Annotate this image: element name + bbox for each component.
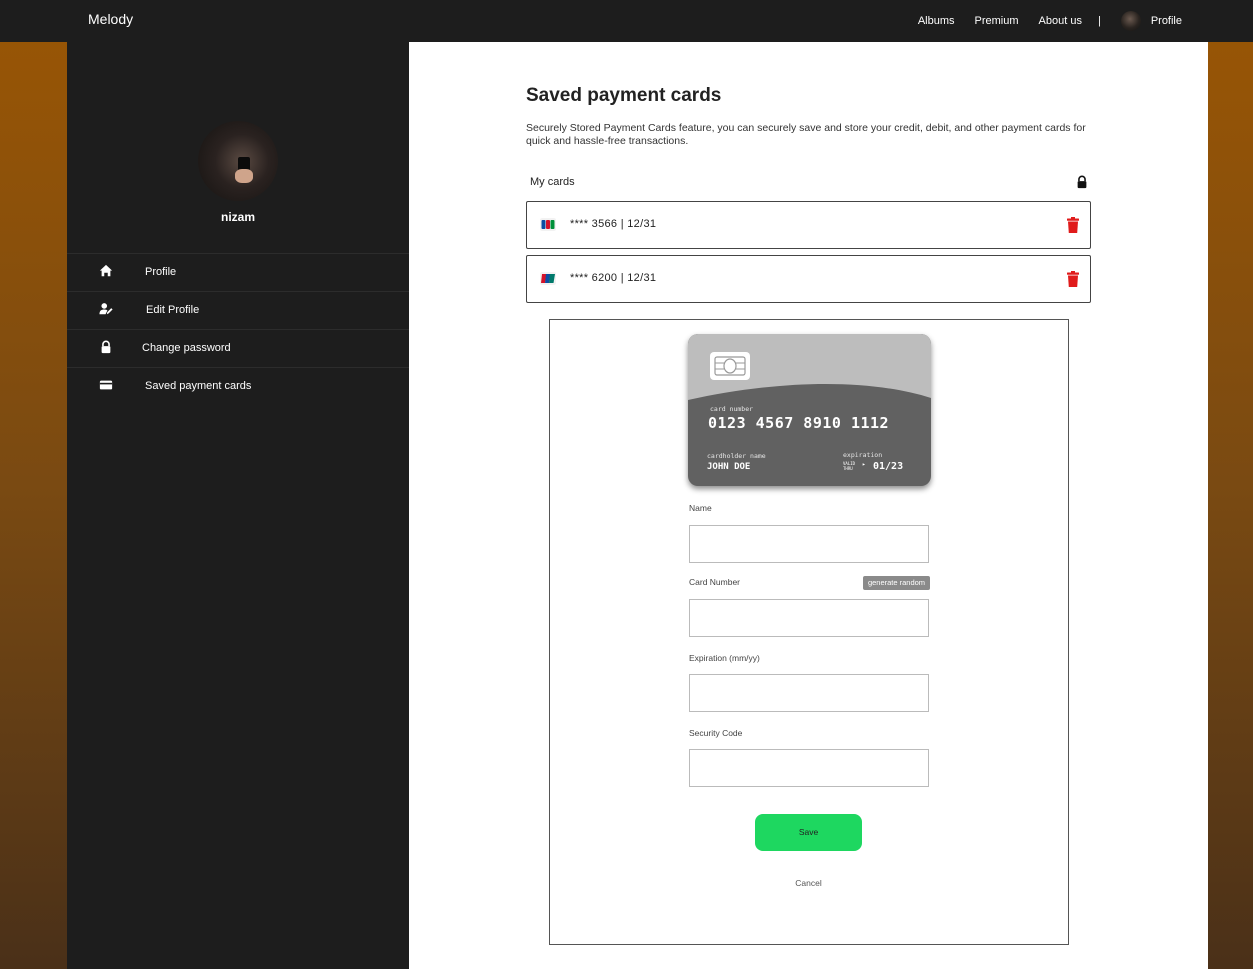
saved-card-text: **** 3566 | 12/31 [570, 218, 656, 230]
card-number-display: 0123 4567 8910 1112 [708, 414, 890, 432]
sidebar-menu: Profile Edit Profile Change password Sav… [67, 253, 409, 405]
home-icon [99, 264, 113, 277]
credit-card-icon [99, 380, 113, 390]
chip-icon [710, 352, 750, 380]
card-expiry: 12/31 [627, 272, 657, 284]
save-button[interactable]: Save [755, 814, 862, 851]
unionpay-icon [540, 272, 556, 285]
security-code-field[interactable] [689, 749, 929, 787]
expiration-label: expiration [843, 451, 883, 459]
name-label: Name [689, 503, 712, 513]
saved-card-row[interactable]: **** 3566 | 12/31 [526, 201, 1091, 249]
lock-icon [1077, 175, 1087, 189]
main-content: Saved payment cards Securely Stored Paym… [409, 42, 1208, 969]
nav-separator: | [1097, 15, 1101, 27]
sidebar-item-label: Change password [142, 342, 231, 354]
delete-icon[interactable] [1066, 271, 1080, 287]
nav-link-about[interactable]: About us [1039, 15, 1082, 27]
profile-avatar [198, 121, 278, 201]
valid-thru-label: VALID THRU [843, 461, 856, 471]
sidebar-item-label: Profile [145, 266, 177, 278]
sidebar-item-change-password[interactable]: Change password [67, 329, 409, 367]
card-number-field[interactable] [689, 599, 929, 637]
username: nizam [220, 210, 255, 224]
nav-link-profile[interactable]: Profile [1151, 15, 1182, 27]
card-separator: | [620, 272, 624, 284]
sidebar-item-label: Saved payment cards [145, 380, 252, 392]
my-cards-label: My cards [530, 176, 575, 188]
sidebar-item-saved-cards[interactable]: Saved payment cards [67, 367, 409, 405]
brand-logo[interactable]: Melody [88, 11, 133, 27]
cardholder-display: JOHN DOE [707, 462, 751, 472]
card-masked-number: **** 3566 [570, 218, 618, 230]
page-description: Securely Stored Payment Cards feature, y… [526, 122, 1086, 147]
name-field[interactable] [689, 525, 929, 563]
arrow-right-icon: ▸ [862, 461, 866, 468]
cardholder-label: cardholder name [707, 452, 766, 460]
sidebar-item-profile[interactable]: Profile [67, 253, 409, 291]
nav-link-premium[interactable]: Premium [975, 15, 1019, 27]
expiration-field-label: Expiration (mm/yy) [689, 653, 760, 663]
avatar-hand-shape [235, 169, 253, 183]
card-preview: card number 0123 4567 8910 1112 cardhold… [688, 334, 931, 486]
card-separator: | [620, 218, 624, 230]
delete-icon[interactable] [1066, 217, 1080, 233]
page-title: Saved payment cards [526, 85, 722, 106]
security-code-label: Security Code [689, 728, 743, 738]
add-card-form: card number 0123 4567 8910 1112 cardhold… [549, 319, 1069, 945]
saved-card-row[interactable]: **** 6200 | 12/31 [526, 255, 1091, 303]
jcb-icon [540, 218, 556, 231]
card-number-label: card number [710, 405, 754, 413]
expiration-field[interactable] [689, 674, 929, 712]
expiration-display: 01/23 [873, 461, 904, 472]
sidebar: nizam Profile Edit Profile Change passwo… [67, 42, 409, 969]
card-number-field-label: Card Number [689, 577, 741, 587]
nav-link-albums[interactable]: Albums [918, 15, 955, 27]
sidebar-item-label: Edit Profile [146, 304, 200, 316]
lock-icon [101, 340, 111, 354]
user-edit-icon [99, 303, 113, 315]
saved-card-text: **** 6200 | 12/31 [570, 272, 656, 284]
nav-links: Albums Premium About us | Profile [898, 0, 1182, 42]
card-expiry: 12/31 [627, 218, 657, 230]
card-masked-number: **** 6200 [570, 272, 618, 284]
cancel-button[interactable]: Cancel [755, 878, 862, 888]
top-navbar: Melody Albums Premium About us | Profile [0, 0, 1253, 42]
nav-avatar-icon[interactable] [1120, 11, 1141, 31]
sidebar-item-edit-profile[interactable]: Edit Profile [67, 291, 409, 329]
generate-random-button[interactable]: generate random [863, 576, 930, 590]
